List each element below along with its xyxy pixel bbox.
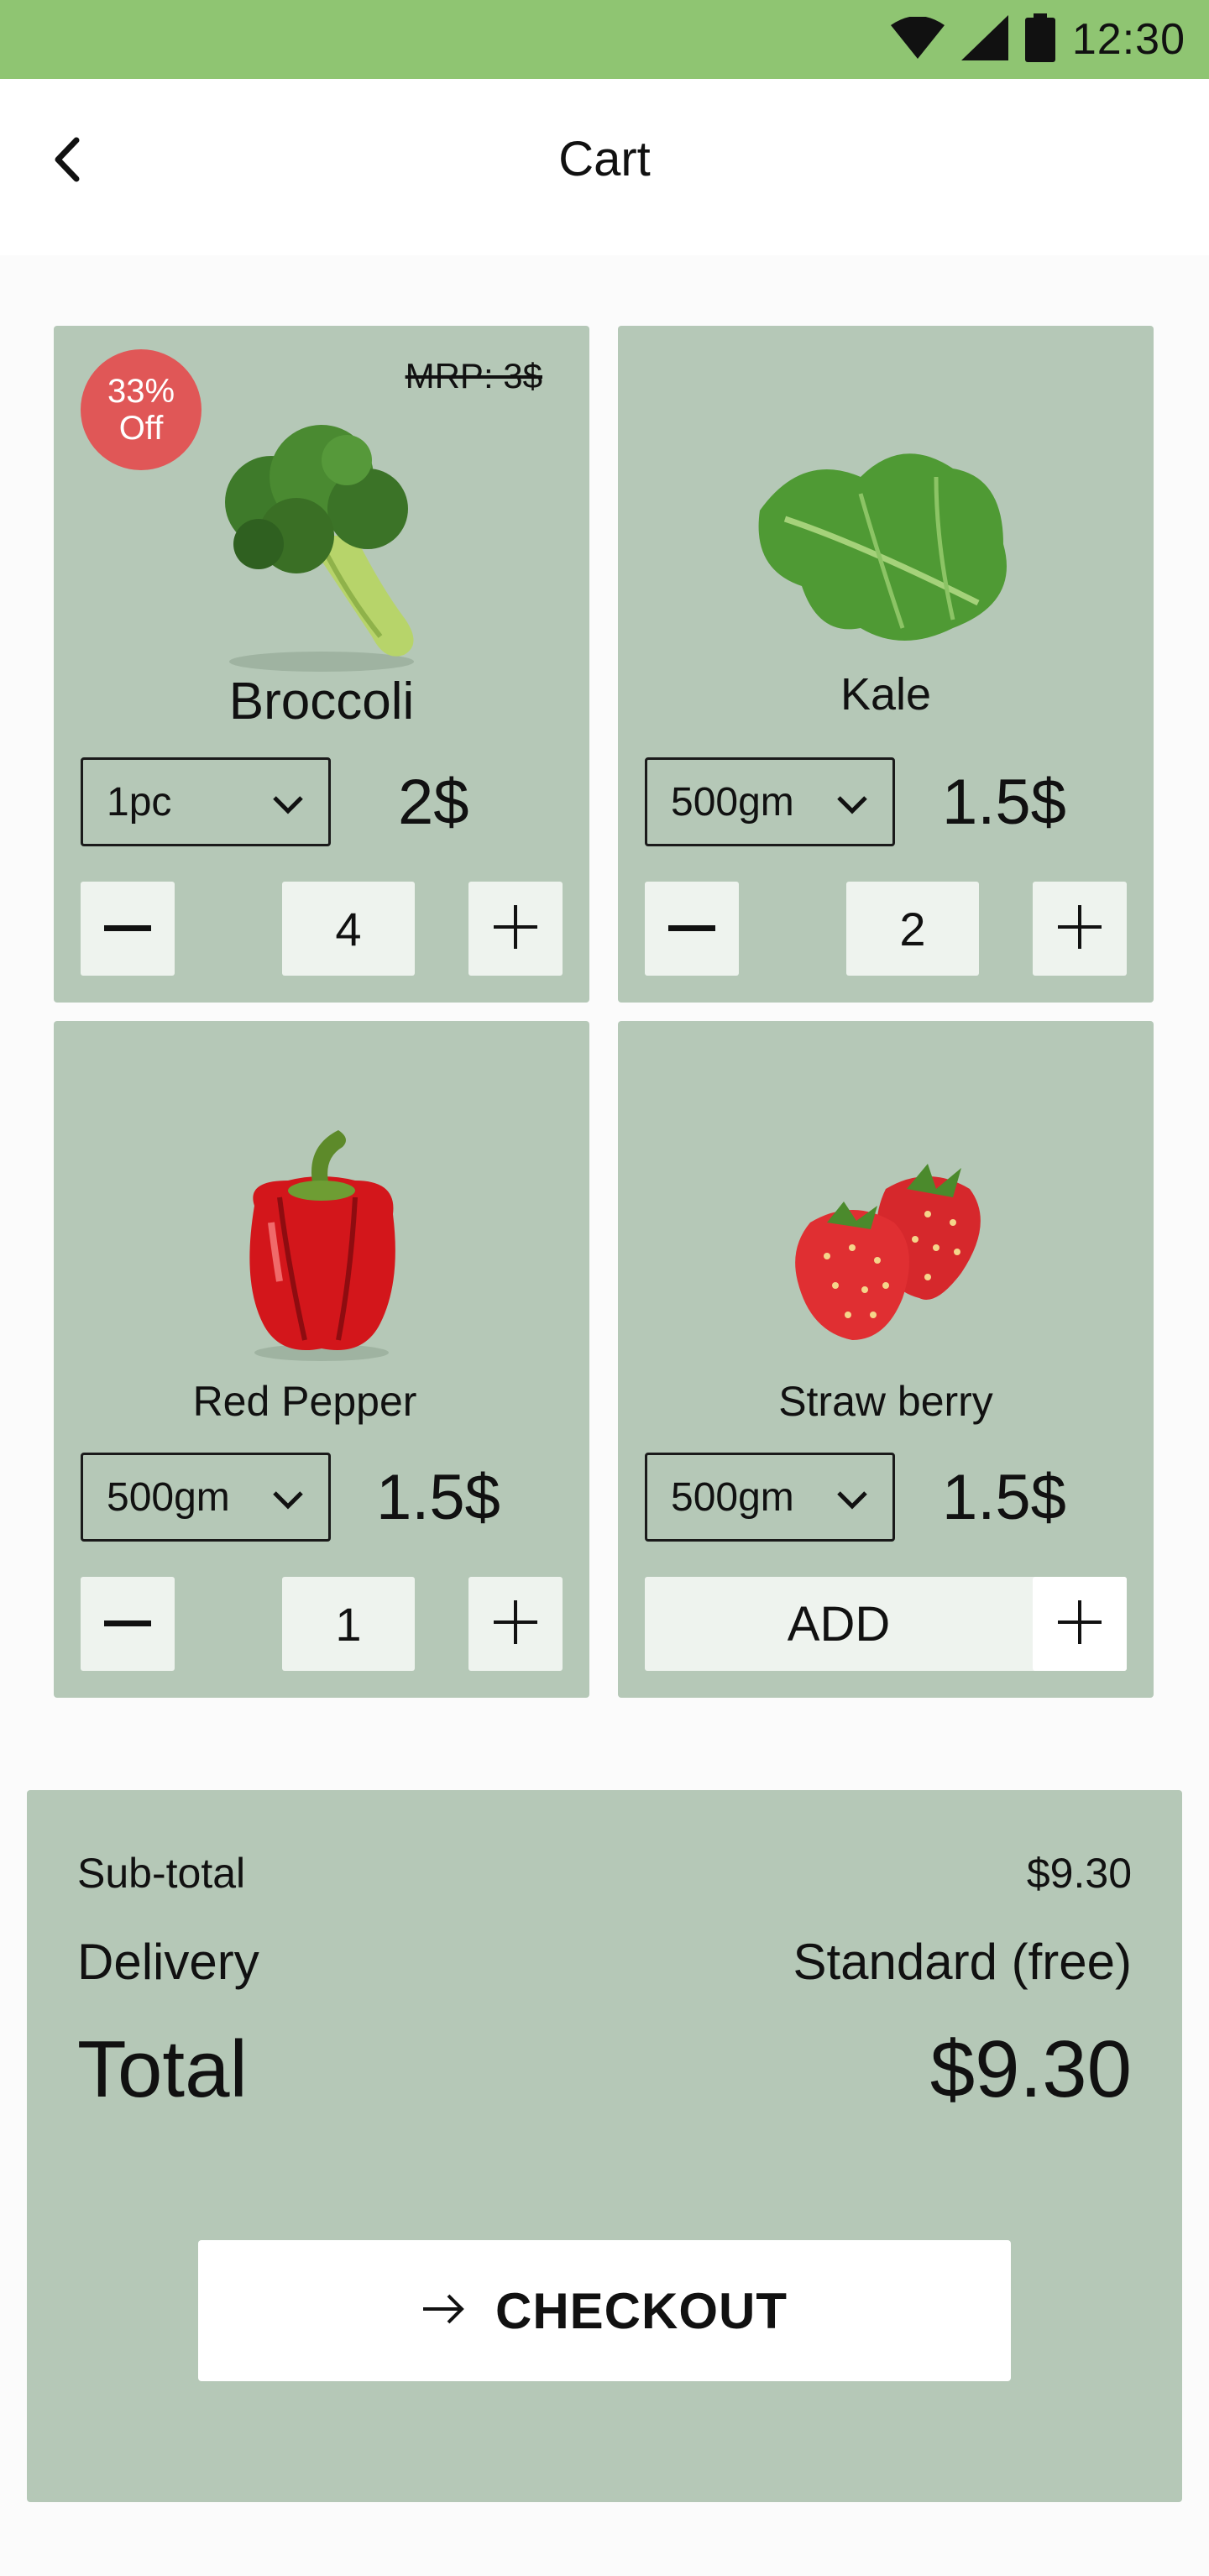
- product-image-strawberry: [618, 1105, 1154, 1374]
- increase-quantity-button[interactable]: [1033, 882, 1127, 976]
- product-image-broccoli: [54, 410, 589, 678]
- chevron-down-icon: [271, 1474, 305, 1521]
- subtotal-label: Sub-total: [77, 1850, 246, 1897]
- increase-quantity-button[interactable]: [468, 1577, 563, 1671]
- product-card-broccoli: 33% Off MRP: 3$ Broccoli 1pc 2$ 4: [54, 326, 589, 1003]
- subtotal-value: $9.30: [1026, 1850, 1132, 1897]
- product-price: 2$: [398, 766, 469, 838]
- status-bar: 12:30: [0, 0, 1209, 79]
- delivery-value: Standard (free): [793, 1934, 1132, 1990]
- add-plus-button[interactable]: [1033, 1577, 1127, 1671]
- discount-percent: 33%: [107, 373, 175, 410]
- product-image-red-pepper: [54, 1105, 589, 1374]
- decrease-quantity-button[interactable]: [81, 882, 175, 976]
- chevron-down-icon: [835, 1474, 869, 1521]
- unit-select[interactable]: 500gm: [645, 1453, 895, 1542]
- decrease-quantity-button[interactable]: [645, 882, 739, 976]
- unit-select[interactable]: 500gm: [81, 1453, 331, 1542]
- app-header: Cart: [0, 79, 1209, 255]
- delivery-row: Delivery Standard (free): [77, 1933, 1132, 1991]
- subtotal-row: Sub-total $9.30: [77, 1849, 1132, 1898]
- product-price: 1.5$: [942, 1461, 1066, 1533]
- checkout-button[interactable]: CHECKOUT: [198, 2240, 1011, 2381]
- minus-icon: [104, 921, 151, 936]
- page-title: Cart: [558, 132, 651, 186]
- quantity-stepper: 1: [81, 1577, 563, 1671]
- total-label: Total: [77, 2024, 248, 2114]
- minus-icon: [104, 1616, 151, 1631]
- product-card-kale: Kale 500gm 1.5$ 2: [618, 326, 1154, 1003]
- quantity-value: 1: [282, 1577, 415, 1671]
- quantity-value: 4: [282, 882, 415, 976]
- plus-icon: [1058, 904, 1102, 953]
- order-summary: Sub-total $9.30 Delivery Standard (free)…: [27, 1790, 1182, 2502]
- minus-icon: [668, 921, 715, 936]
- status-time: 12:30: [1071, 15, 1185, 64]
- chevron-down-icon: [835, 779, 869, 825]
- plus-icon: [1058, 1600, 1102, 1648]
- plus-icon: [494, 1600, 537, 1648]
- product-name: Red Pepper: [192, 1378, 417, 1425]
- plus-icon: [494, 904, 537, 953]
- product-name: Broccoli: [228, 673, 415, 730]
- decrease-quantity-button[interactable]: [81, 1577, 175, 1671]
- unit-select-value: 500gm: [671, 779, 794, 825]
- product-card-strawberry: Straw berry 500gm 1.5$ ADD: [618, 1021, 1154, 1698]
- unit-select-value: 500gm: [107, 1474, 230, 1520]
- quantity-value: 2: [846, 882, 979, 976]
- mrp-price: MRP: 3$: [405, 356, 542, 395]
- add-button[interactable]: ADD: [645, 1577, 1127, 1671]
- unit-select-value: 500gm: [671, 1474, 794, 1520]
- signal-icon: [960, 14, 1008, 65]
- wifi-icon: [890, 15, 945, 63]
- total-value: $9.30: [929, 2024, 1132, 2114]
- product-name: Straw berry: [778, 1378, 993, 1425]
- product-price: 1.5$: [942, 766, 1066, 838]
- quantity-stepper: 2: [645, 882, 1127, 976]
- add-to-cart-control: ADD: [645, 1577, 1127, 1671]
- quantity-stepper: 4: [81, 882, 563, 976]
- add-label: ADD: [787, 1596, 891, 1652]
- product-price: 1.5$: [376, 1461, 500, 1533]
- delivery-label: Delivery: [77, 1934, 259, 1990]
- checkout-label: CHECKOUT: [495, 2282, 788, 2339]
- battery-icon: [1024, 13, 1055, 66]
- increase-quantity-button[interactable]: [468, 882, 563, 976]
- chevron-down-icon: [271, 779, 305, 825]
- arrow-right-icon: [421, 2292, 465, 2330]
- product-name: Kale: [840, 669, 932, 720]
- status-icons: 12:30: [890, 12, 1185, 67]
- unit-select-value: 1pc: [107, 779, 172, 825]
- unit-select[interactable]: 1pc: [81, 757, 331, 846]
- unit-select[interactable]: 500gm: [645, 757, 895, 846]
- total-row: Total $9.30: [77, 2024, 1132, 2116]
- product-image-kale: [618, 410, 1154, 678]
- product-card-red-pepper: Red Pepper 500gm 1.5$ 1: [54, 1021, 589, 1698]
